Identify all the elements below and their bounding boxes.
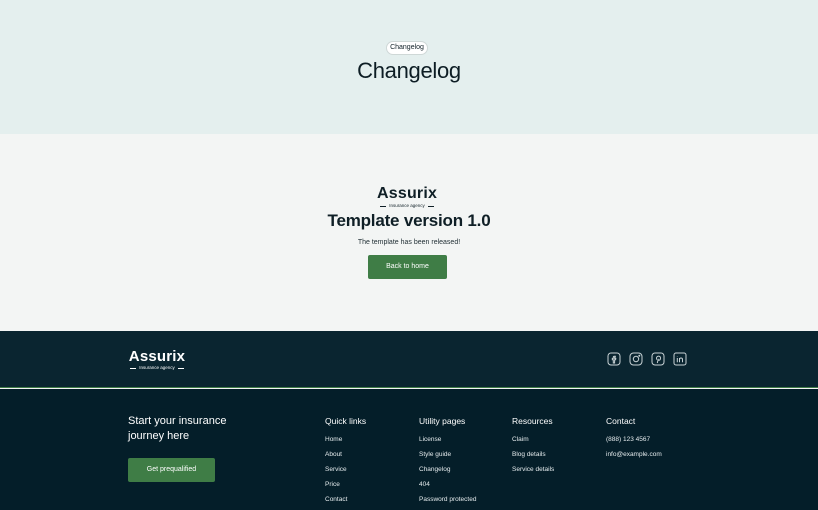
footer-main: Start your insurance journey here Get pr… [0, 389, 818, 510]
footer-link-changelog[interactable]: Changelog [419, 466, 476, 474]
footer-contact-phone[interactable]: (888) 123 4567 [606, 436, 662, 444]
version-title: Template version 1.0 [327, 211, 491, 230]
changelog-entry: Assurix Insurance agency Template versio… [0, 134, 818, 331]
changelog-badge: Changelog [386, 41, 428, 55]
pinterest-icon[interactable] [651, 352, 665, 366]
footer-column-contact: Contact (888) 123 4567 info@example.com [606, 416, 662, 466]
footer-contact-email[interactable]: info@example.com [606, 451, 662, 459]
instagram-icon[interactable] [629, 352, 643, 366]
back-to-home-button[interactable]: Back to home [368, 255, 447, 279]
brand-tagline-row: Insurance agency [377, 203, 437, 209]
footer-link-service-details[interactable]: Service details [512, 466, 554, 474]
footer-tagline-rule-right [177, 367, 184, 369]
brand-logo[interactable]: Assurix Insurance agency [377, 186, 437, 209]
footer-column-title: Quick links [325, 416, 367, 426]
footer-link-contact[interactable]: Contact [325, 496, 366, 504]
facebook-icon[interactable] [607, 352, 621, 366]
footer-brand-name: Assurix [128, 348, 186, 365]
tagline-rule-left [380, 205, 387, 207]
brand-name: Assurix [377, 185, 438, 202]
get-prequalified-button[interactable]: Get prequalified [128, 458, 215, 482]
linkedin-icon[interactable] [673, 352, 687, 366]
footer-tagline-rule-left [130, 367, 137, 369]
footer-link-404[interactable]: 404 [419, 481, 476, 489]
footer-column-title: Resources [512, 416, 553, 426]
footer-brand-tagline-row: Insurance agency [128, 365, 186, 371]
footer-column-utility-pages: Utility pages License Style guide Change… [419, 416, 476, 510]
footer-column-resources: Resources Claim Blog details Service det… [512, 416, 554, 481]
footer-link-license[interactable]: License [419, 436, 476, 444]
footer-link-price[interactable]: Price [325, 481, 366, 489]
footer-column-quick-links: Quick links Home About Service Price Con… [325, 416, 366, 510]
brand-tagline: Insurance agency [389, 203, 425, 208]
page-hero: Changelog Changelog [0, 0, 818, 134]
social-links [607, 352, 687, 366]
footer-link-home[interactable]: Home [325, 436, 366, 444]
footer-link-password-protected[interactable]: Password protected [419, 496, 476, 504]
version-description: The template has been released! [357, 239, 461, 246]
footer-column-title: Contact [606, 416, 636, 426]
footer-link-blog-details[interactable]: Blog details [512, 451, 554, 459]
footer-brand-tagline: Insurance agency [139, 365, 175, 370]
footer-cta-title: Start your insurance journey here [128, 415, 227, 442]
footer-brand-logo[interactable]: Assurix Insurance agency [128, 349, 186, 371]
footer-link-style-guide[interactable]: Style guide [419, 451, 476, 459]
footer-link-service[interactable]: Service [325, 466, 366, 474]
footer-column-title: Utility pages [419, 416, 466, 426]
footer-link-claim[interactable]: Claim [512, 436, 554, 444]
tagline-rule-right [427, 205, 434, 207]
footer-top-bar: Assurix Insurance agency [0, 331, 818, 388]
page-title: Changelog [357, 58, 461, 83]
footer-link-about[interactable]: About [325, 451, 366, 459]
